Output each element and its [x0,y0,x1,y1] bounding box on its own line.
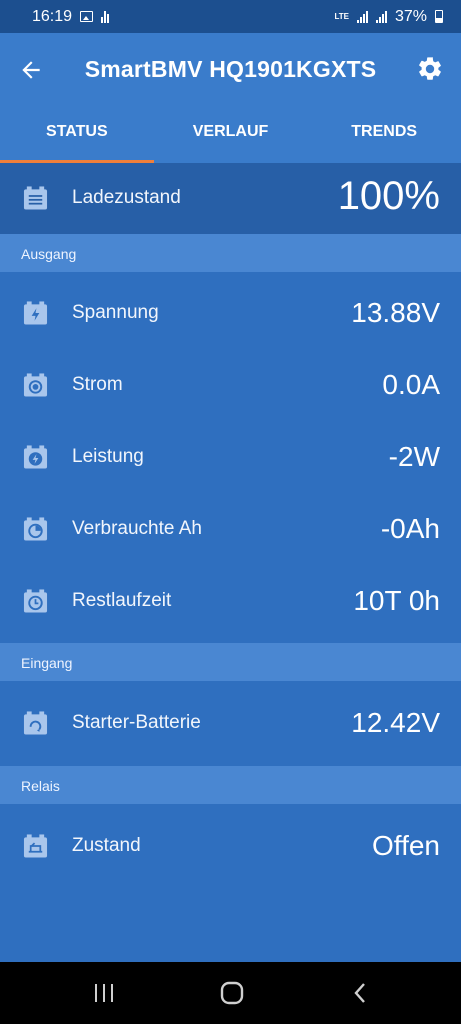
back-icon[interactable] [349,981,375,1005]
relay-state-row[interactable]: Zustand Offen [0,811,461,883]
signal-icon [375,10,387,23]
row-value: Offen [372,830,440,861]
battery-percent: 37% [394,7,427,25]
tab-trends[interactable]: TRENDS [307,108,461,163]
status-right: LTE 37% [334,8,443,26]
status-left: 16:19 [32,7,110,26]
row-value: -0Ah [380,513,440,544]
state-of-charge-label: Ladezustand [72,187,181,208]
image-notification-icon [80,11,94,22]
battery-refresh-icon [23,711,48,735]
row-value: 13.88V [351,297,440,328]
consumed-ah-row[interactable]: Verbrauchte Ah -0Ah [0,494,461,566]
tab-status[interactable]: STATUS [0,108,154,163]
battery-dot-icon [23,373,48,397]
battery-bolt-icon [23,301,48,325]
row-label: Strom [72,374,123,395]
recent-apps-icon[interactable] [91,981,117,1005]
status-bar: 16:19 LTE 37% [0,0,461,33]
row-value: 12.42V [351,707,440,738]
home-icon[interactable] [219,981,245,1005]
state-of-charge-value: 100% [337,174,440,218]
voltage-row[interactable]: Spannung 13.88V [0,278,461,350]
row-value: -2W [388,441,440,472]
row-label: Starter-Batterie [72,712,201,733]
section-header-relais: Relais [0,766,461,804]
starter-battery-row[interactable]: Starter-Batterie 12.42V [0,688,461,760]
clock: 16:19 [32,7,73,25]
activity-icon [101,10,110,23]
row-value: 0.0A [382,369,440,400]
row-label: Zustand [72,835,141,856]
current-row[interactable]: Strom 0.0A [0,350,461,422]
battery-icon [435,10,443,23]
battery-menu-icon [23,186,48,210]
row-label: Leistung [72,446,144,467]
power-row[interactable]: Leistung -2W [0,422,461,494]
section-header-ausgang: Ausgang [0,234,461,272]
row-label: Restlaufzeit [72,590,172,611]
battery-relay-icon [23,834,48,858]
row-label: Spannung [72,302,159,323]
network-type: LTE [334,11,349,21]
battery-gauge-icon [23,517,48,541]
gear-icon[interactable] [416,55,444,83]
row-label: Verbrauchte Ah [72,518,202,539]
page-title: SmartBMV HQ1901KGXTS [84,56,377,82]
row-value: 10T 0h [353,585,440,616]
battery-lightning-icon [23,445,48,469]
time-to-go-row[interactable]: Restlaufzeit 10T 0h [0,566,461,638]
battery-clock-icon [23,589,48,613]
signal-icon [356,10,368,23]
section-header-eingang: Eingang [0,643,461,681]
system-nav-bar [0,962,461,1024]
tab-bar: STATUS VERLAUF TRENDS [0,108,461,163]
tab-verlauf[interactable]: VERLAUF [154,108,308,163]
state-of-charge-row[interactable]: Ladezustand 100% [0,163,461,235]
app-bar: SmartBMV HQ1901KGXTS [0,33,461,108]
